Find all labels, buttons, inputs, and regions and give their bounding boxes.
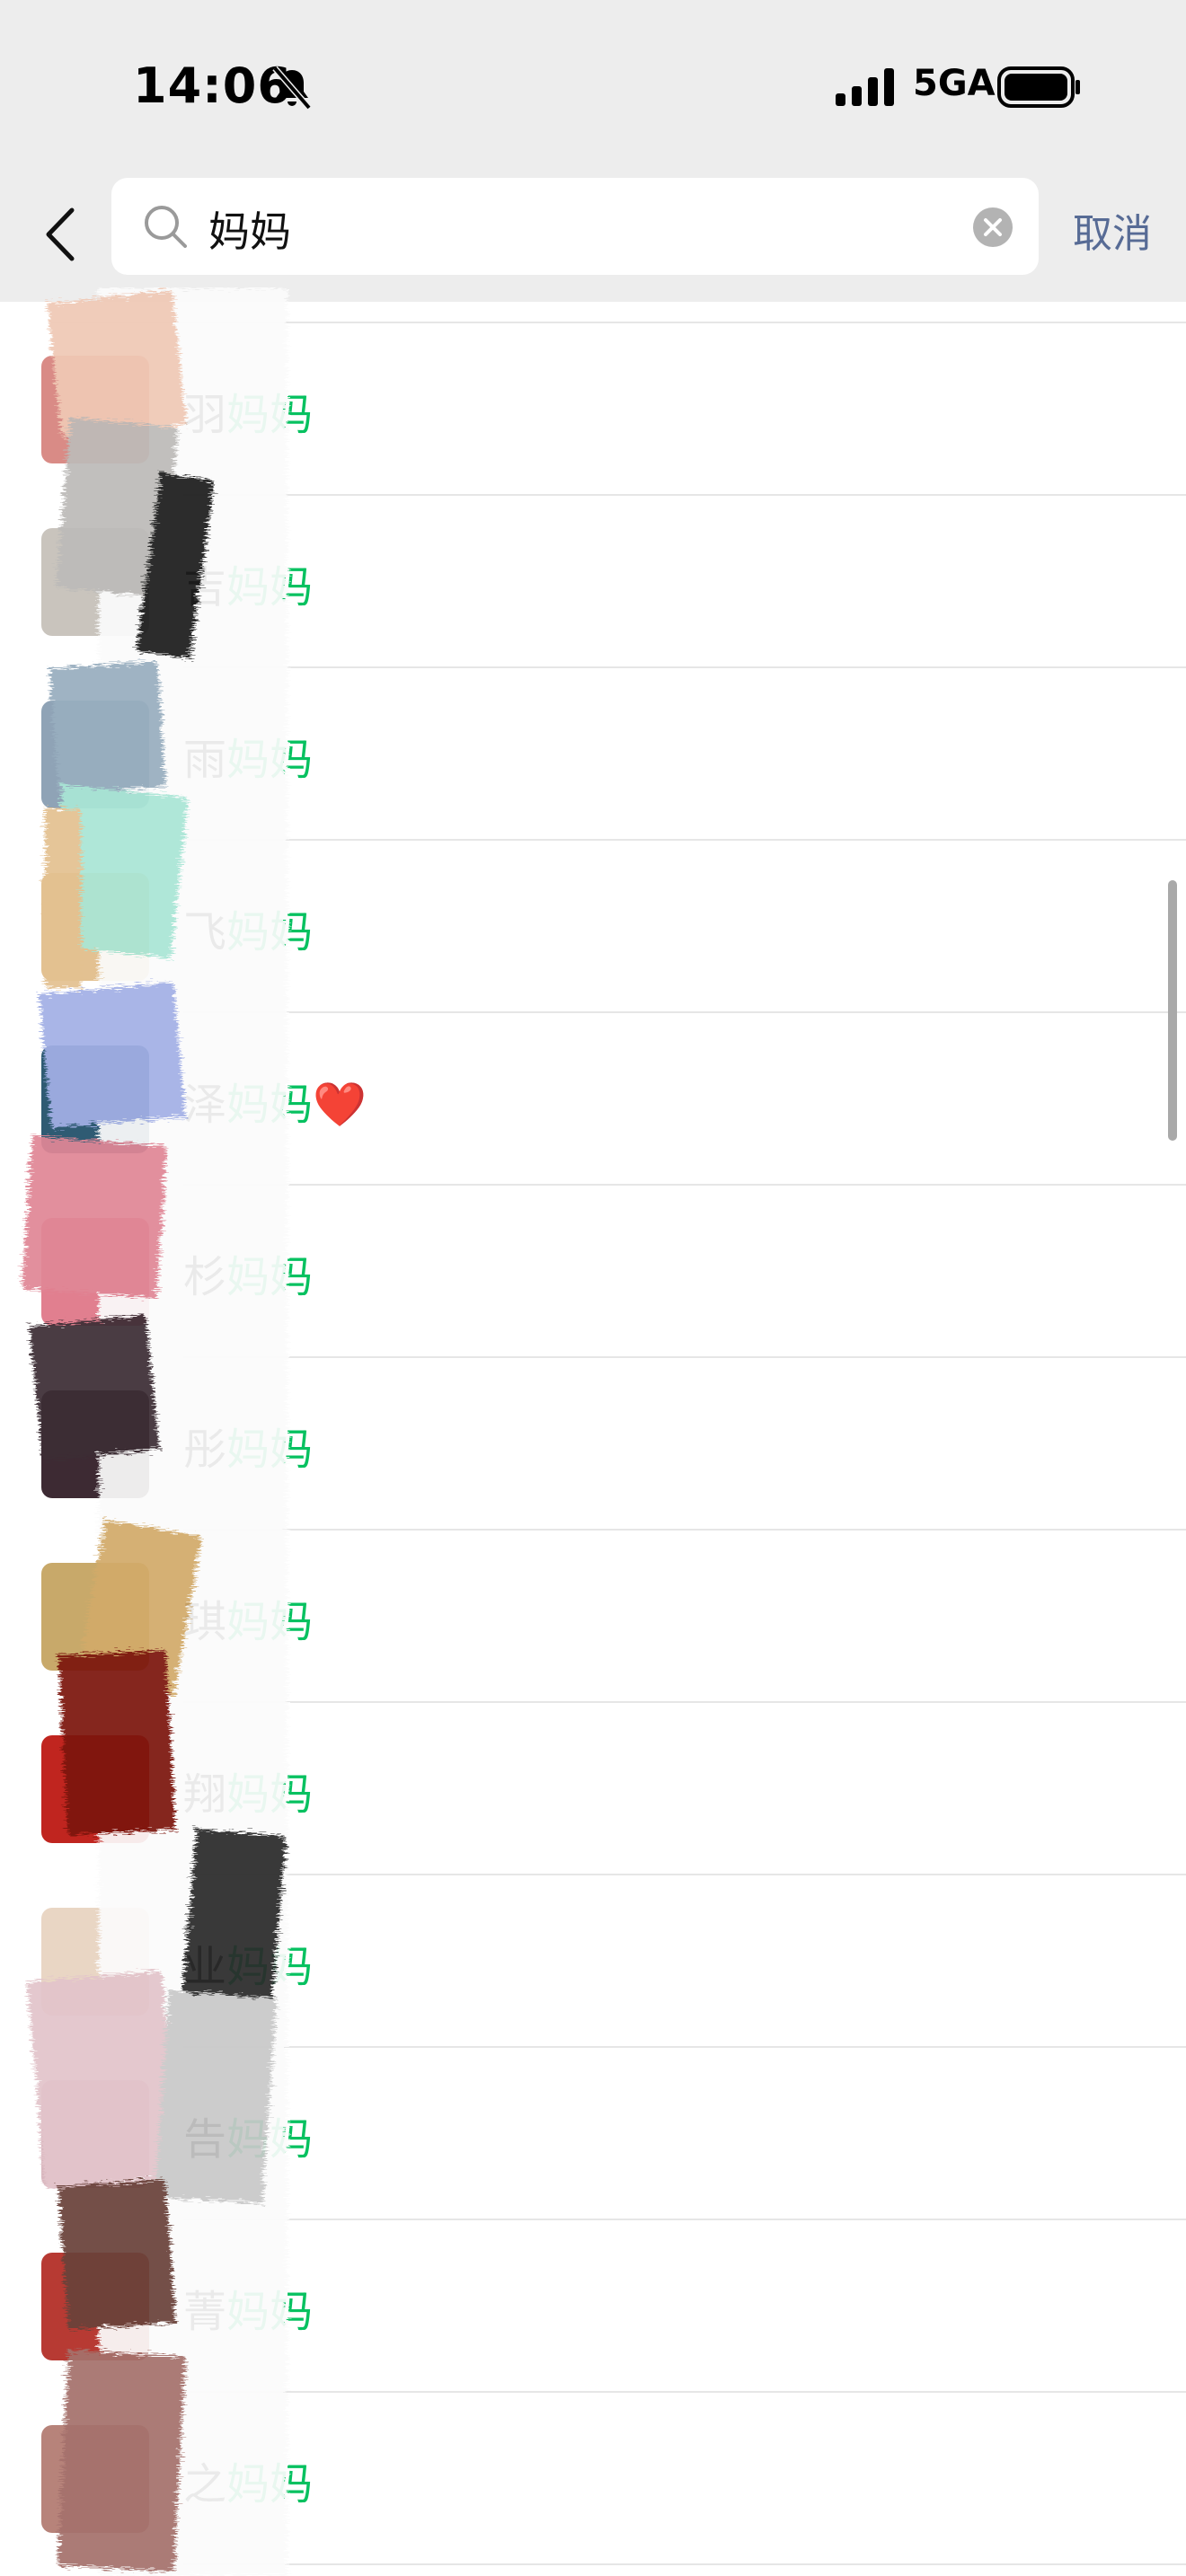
search-match-highlight: 妈妈 <box>226 1080 314 1130</box>
heart-emoji-icon: ❤️ <box>313 1080 367 1130</box>
search-results-list: 羽妈妈 吉妈妈 雨妈妈 飞妈妈 泽妈妈❤️ 杉妈妈 彤妈妈 琪妈妈 翔妈妈 业妈妈 告妈妈 菁妈妈 之妈… <box>0 302 1186 2576</box>
signal-bars-icon <box>836 68 894 106</box>
contact-name: 羽妈妈 <box>183 379 313 442</box>
search-match-highlight: 妈妈 <box>226 2114 314 2165</box>
search-match-highlight: 妈妈 <box>226 390 314 440</box>
search-icon <box>145 206 187 248</box>
contact-name-prefix: 业 <box>183 1942 227 1992</box>
avatar <box>41 1045 149 1153</box>
contact-name-prefix: 琪 <box>183 1597 227 1647</box>
search-match-highlight: 妈妈 <box>226 1769 314 1820</box>
search-match-highlight: 妈妈 <box>226 1597 314 1647</box>
contact-name-prefix: 羽 <box>183 390 227 440</box>
contact-name-prefix: 告 <box>183 2114 227 2165</box>
contact-result-row[interactable]: 雨妈妈 <box>0 668 1186 841</box>
clear-icon[interactable] <box>972 207 1013 248</box>
search-match-highlight: 妈妈 <box>226 2287 314 2337</box>
contact-name-prefix: 泽 <box>183 1080 227 1130</box>
network-label: 5GA <box>913 63 996 104</box>
search-match-highlight: 妈妈 <box>226 735 314 785</box>
back-chevron-icon[interactable] <box>38 203 84 266</box>
status-bar: 14:06 5GA <box>0 0 1186 171</box>
search-match-highlight: 妈妈 <box>226 562 314 613</box>
contact-name-prefix: 彤 <box>183 1425 227 1475</box>
contact-name-prefix: 飞 <box>183 907 227 957</box>
contact-name-prefix: 吉 <box>183 562 227 613</box>
contact-name: 之妈妈 <box>183 2448 313 2511</box>
divider <box>183 2563 1186 2565</box>
avatar <box>41 2253 149 2360</box>
search-nav-bar: 妈妈 取消 <box>0 171 1186 296</box>
avatar <box>41 701 149 808</box>
contact-result-row[interactable]: 之妈妈 <box>0 2393 1186 2565</box>
contact-name-prefix: 之 <box>183 2459 227 2510</box>
contact-result-row[interactable]: 业妈妈 <box>0 1875 1186 2048</box>
contact-name: 雨妈妈 <box>183 724 313 787</box>
contact-name: 告妈妈 <box>183 2104 313 2166</box>
contact-result-row[interactable]: 琪妈妈 <box>0 1531 1186 1703</box>
avatar <box>41 2425 149 2533</box>
search-match-highlight: 妈妈 <box>226 2459 314 2510</box>
contact-result-row[interactable]: 彤妈妈 <box>0 1358 1186 1531</box>
contact-name-prefix: 菁 <box>183 2287 227 2337</box>
avatar <box>41 356 149 463</box>
contact-name-prefix: 雨 <box>183 735 227 785</box>
contact-name: 翔妈妈 <box>183 1759 313 1822</box>
contact-result-row[interactable]: 杉妈妈 <box>0 1186 1186 1358</box>
status-time: 14:06 <box>133 57 292 114</box>
avatar <box>41 1563 149 1671</box>
contact-result-row[interactable]: 泽妈妈❤️ <box>0 1013 1186 1186</box>
contact-result-row[interactable]: 翔妈妈 <box>0 1703 1186 1875</box>
battery-icon <box>997 66 1080 108</box>
scrollbar[interactable] <box>1168 880 1177 1141</box>
avatar <box>41 1908 149 2016</box>
avatar <box>41 1218 149 1326</box>
cancel-button[interactable]: 取消 <box>1073 201 1152 259</box>
search-field[interactable]: 妈妈 <box>111 178 1039 275</box>
contact-result-row[interactable]: 告妈妈 <box>0 2048 1186 2220</box>
contact-name: 飞妈妈 <box>183 896 313 959</box>
search-match-highlight: 妈妈 <box>226 1252 314 1302</box>
contact-name-prefix: 翔 <box>183 1769 227 1820</box>
search-input[interactable]: 妈妈 <box>208 199 291 259</box>
contact-result-row[interactable]: 飞妈妈 <box>0 841 1186 1013</box>
contact-name: 琪妈妈 <box>183 1586 313 1649</box>
avatar <box>41 1390 149 1498</box>
contact-name: 吉妈妈 <box>183 551 313 614</box>
avatar <box>41 2080 149 2188</box>
avatar <box>41 528 149 636</box>
search-match-highlight: 妈妈 <box>226 907 314 957</box>
contact-name-prefix: 杉 <box>183 1252 227 1302</box>
contact-name: 彤妈妈 <box>183 1414 313 1477</box>
avatar <box>41 873 149 981</box>
contact-name: 泽妈妈❤️ <box>183 1069 367 1132</box>
contact-name: 业妈妈 <box>183 1931 313 1994</box>
contact-result-row[interactable]: 羽妈妈 <box>0 323 1186 496</box>
search-match-highlight: 妈妈 <box>226 1942 314 1992</box>
header: 14:06 5GA 妈妈 取消 <box>0 0 1186 302</box>
contact-result-row[interactable]: 菁妈妈 <box>0 2220 1186 2393</box>
avatar <box>41 1735 149 1843</box>
contact-result-row[interactable]: 吉妈妈 <box>0 496 1186 668</box>
bell-slash-icon <box>272 66 312 110</box>
search-match-highlight: 妈妈 <box>226 1425 314 1475</box>
contact-name: 杉妈妈 <box>183 1241 313 1304</box>
contact-name: 菁妈妈 <box>183 2276 313 2339</box>
